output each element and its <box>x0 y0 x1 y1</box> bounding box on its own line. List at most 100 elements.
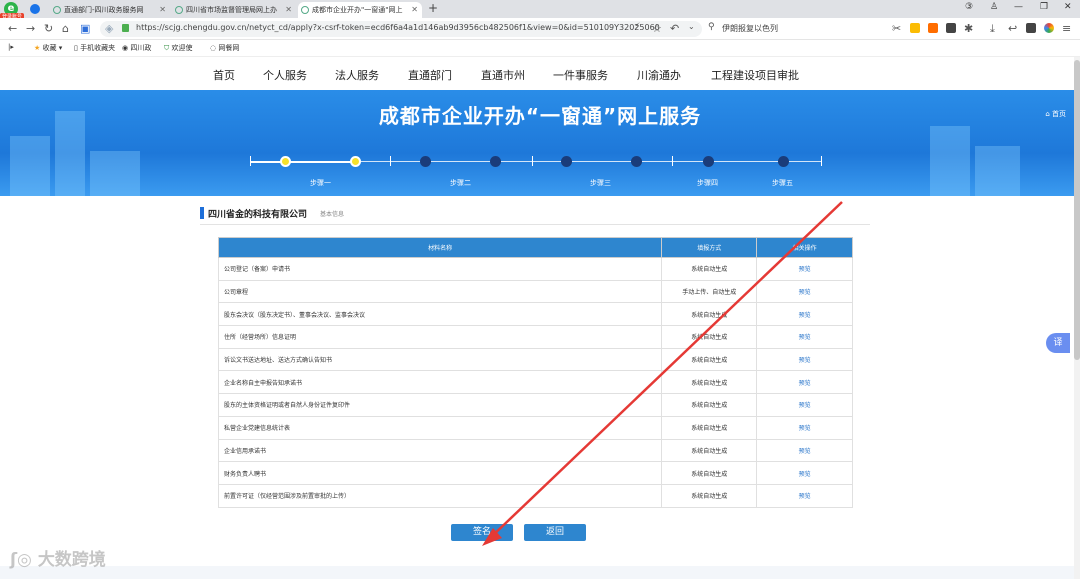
materials-table: 材料名称 填报方式 相关操作 公司登记（备案）申请书 系统自动生成 预览 公司章程 手动… <box>217 237 853 508</box>
extension-2-icon[interactable] <box>928 23 938 33</box>
preview-link[interactable]: 预览 <box>756 393 853 417</box>
extension-1-icon[interactable] <box>910 23 920 33</box>
preview-link[interactable]: 预览 <box>756 325 853 349</box>
tab-2[interactable]: 四川省市场监督管理局网上办 ✕ <box>172 2 296 18</box>
home-icon[interactable]: ⌂ <box>62 22 69 35</box>
sidebar-toggle-icon[interactable]: |▸ <box>8 43 14 51</box>
fill-method: 系统自动生成 <box>661 370 758 395</box>
minimize-icon[interactable]: — <box>1014 2 1023 12</box>
company-name: 四川省金的科技有限公司 <box>208 210 308 220</box>
preview-link[interactable]: 预览 <box>756 438 853 463</box>
step-dot-current <box>350 156 361 167</box>
preview-link[interactable]: 预览 <box>756 302 853 327</box>
material-name: 公司登记（备案）申请书 <box>217 257 663 281</box>
step-dot-done <box>280 156 291 167</box>
reload-icon[interactable]: ↻ <box>44 22 53 35</box>
sign-button[interactable]: 签名 <box>451 524 513 541</box>
chevron-down-icon[interactable]: ⌄ <box>688 22 695 31</box>
section-subtitle: 基本信息 <box>320 211 345 218</box>
shirt-icon[interactable]: ♙ <box>990 2 998 12</box>
tab-1[interactable]: 直通部门-四川政务服务网 ✕ <box>50 2 170 18</box>
fill-method: 系统自动生成 <box>661 415 758 440</box>
tab-3-active[interactable]: 成都市企业开办"一窗通"网上 ✕ <box>298 2 422 18</box>
nav-cities[interactable]: 直通市州 <box>481 67 525 83</box>
site-favicon-icon <box>301 6 309 14</box>
bookmark-welcome[interactable]: ⛉ 欢迎使 <box>164 43 192 53</box>
nav-chuanyu[interactable]: 川渝通办 <box>637 67 681 83</box>
wallet-icon[interactable] <box>1026 23 1036 33</box>
section-marker <box>200 207 204 219</box>
material-name: 前置许可证（仅经营范围涉及前置审批的上传） <box>217 483 663 508</box>
forward-icon[interactable]: → <box>26 22 35 35</box>
bookmark-label: 手机收藏夹 <box>80 44 116 52</box>
nav-personal[interactable]: 个人服务 <box>263 67 307 83</box>
profile-icon[interactable] <box>1044 23 1054 33</box>
progress-tick <box>390 156 391 166</box>
close-tab-icon[interactable]: ✕ <box>411 2 418 18</box>
preview-link[interactable]: 预览 <box>756 415 853 440</box>
progress-line-done <box>250 161 355 163</box>
search-box[interactable]: ⚲ 伊朗报复以色列 <box>706 21 876 37</box>
back-button[interactable]: 返回 <box>524 524 586 541</box>
table-row: 财务负责人聘书 系统自动生成 预览 <box>217 461 853 485</box>
preview-link[interactable]: 预览 <box>756 370 853 395</box>
site-main-nav: 首页 个人服务 法人服务 直通部门 直通市州 一件事服务 川渝通办 工程建设项目… <box>0 57 1080 90</box>
table-row: 企业信用承诺书 系统自动生成 预览 <box>217 438 853 463</box>
extension-3-icon[interactable] <box>946 23 956 33</box>
download-icon[interactable]: ⤓ <box>990 22 995 36</box>
banner-home-link[interactable]: ⌂ 首页 <box>1045 109 1066 119</box>
table-row: 股东会决议（股东决定书）、董事会决议、监事会决议 系统自动生成 预览 <box>217 302 853 327</box>
table-row: 前置许可证（仅经营范围涉及前置审批的上传） 系统自动生成 预览 <box>217 483 853 508</box>
table-header-row: 材料名称 填报方式 相关操作 <box>217 237 853 258</box>
back-icon[interactable]: ← <box>8 22 17 35</box>
fill-method: 系统自动生成 <box>661 438 758 463</box>
maximize-icon[interactable]: ❐ <box>1040 2 1048 12</box>
nav-corporate[interactable]: 法人服务 <box>335 67 379 83</box>
scrollbar-thumb[interactable] <box>1074 60 1080 360</box>
bookmark-favorites[interactable]: ★ 收藏 ▾ <box>34 43 62 53</box>
preview-link[interactable]: 预览 <box>756 461 853 485</box>
material-name: 公司章程 <box>217 279 663 304</box>
progress-tick <box>821 156 822 166</box>
fill-method: 系统自动生成 <box>661 257 758 281</box>
step-progress: 步骤一 步骤二 步骤三 步骤四 步骤五 <box>250 156 822 188</box>
tab-count-icon[interactable]: ③ <box>965 2 973 12</box>
nav-home[interactable]: 首页 <box>213 67 235 83</box>
step-dot <box>490 156 501 167</box>
bookmark-mobile[interactable]: ▯ 手机收藏夹 <box>74 43 115 53</box>
menu-icon[interactable]: ≡ <box>1062 22 1071 35</box>
banner-building <box>90 151 140 196</box>
bookmark-sichuan[interactable]: ◉ 四川政 <box>122 43 151 53</box>
preview-link[interactable]: 预览 <box>756 279 853 304</box>
shield-icon: ◈ <box>105 22 114 35</box>
history-icon[interactable]: ↩ <box>1008 22 1017 35</box>
column-header: 填报方式 <box>661 237 758 258</box>
progress-tick <box>532 156 533 166</box>
nav-departments[interactable]: 直通部门 <box>408 67 452 83</box>
scissors-icon[interactable]: ✂ <box>892 22 901 35</box>
star-icon[interactable]: ☆ <box>652 22 662 35</box>
url-field[interactable]: ◈ https://scjg.chengdu.gov.cn/netyct_cd/… <box>100 21 702 37</box>
site-favicon-icon <box>53 6 61 14</box>
bookmark-food[interactable]: ◌ 网餐网 <box>210 43 239 53</box>
close-tab-icon[interactable]: ✕ <box>159 2 166 18</box>
bolt-icon[interactable]: ⚡ <box>634 22 640 32</box>
undo-icon[interactable]: ↶ <box>670 22 679 35</box>
puzzle-icon[interactable]: ✱ <box>964 22 973 35</box>
ai-icon[interactable]: ▣ <box>80 22 90 35</box>
nav-construction[interactable]: 工程建设项目审批 <box>711 67 799 83</box>
search-text: 伊朗报复以色列 <box>722 24 778 33</box>
preview-link[interactable]: 预览 <box>756 347 853 372</box>
preview-link[interactable]: 预览 <box>756 483 853 508</box>
tab-nav-icon[interactable] <box>30 4 40 14</box>
progress-tick <box>672 156 673 166</box>
preview-link[interactable]: 预览 <box>756 257 853 281</box>
close-tab-icon[interactable]: ✕ <box>285 2 292 18</box>
translate-float-button[interactable]: 译 <box>1046 333 1070 353</box>
new-tab-icon[interactable]: + <box>428 1 438 15</box>
banner-building <box>10 136 50 196</box>
step-dot <box>703 156 714 167</box>
table-row: 诉讼文书送达地址、送达方式确认告知书 系统自动生成 预览 <box>217 347 853 372</box>
close-window-icon[interactable]: ✕ <box>1064 2 1072 12</box>
nav-one-thing[interactable]: 一件事服务 <box>553 67 608 83</box>
